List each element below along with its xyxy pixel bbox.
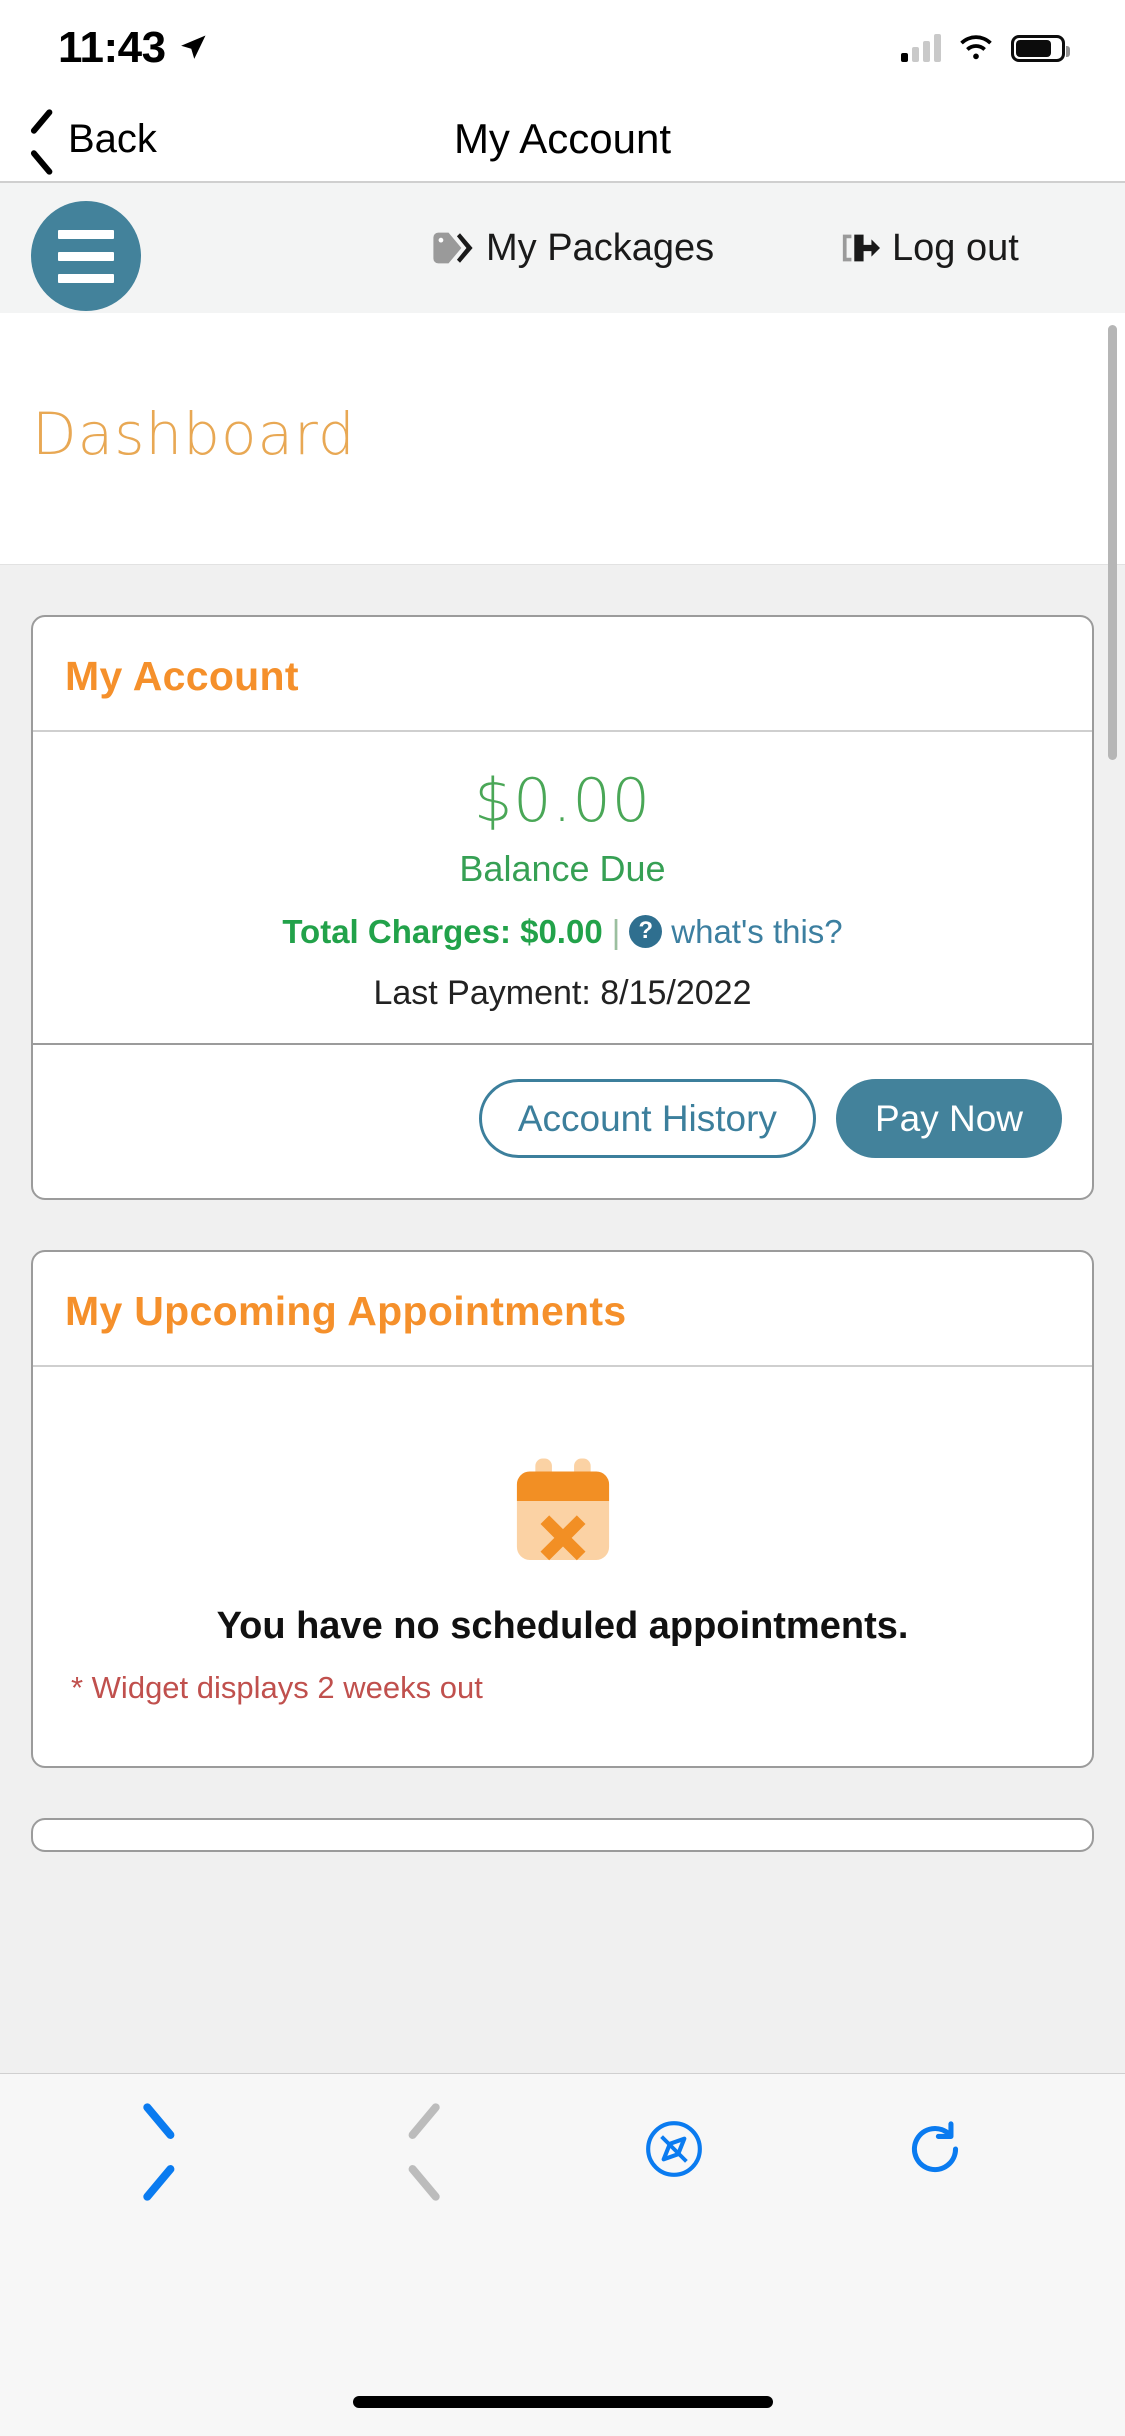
compass-icon[interactable] bbox=[643, 2118, 705, 2180]
account-card: My Account $0.00 Balance Due Total Charg… bbox=[31, 615, 1094, 1200]
question-circle-icon[interactable]: ? bbox=[629, 915, 663, 949]
appointments-card-header: My Upcoming Appointments bbox=[33, 1252, 1092, 1367]
battery-icon bbox=[1011, 34, 1070, 62]
browser-toolbar bbox=[0, 2073, 1125, 2436]
status-time: 11:43 bbox=[58, 23, 166, 72]
page-title: My Account bbox=[453, 115, 672, 162]
my-packages-label: My Packages bbox=[486, 226, 715, 269]
tag-icon bbox=[433, 232, 473, 264]
browser-toolbar-row bbox=[0, 2074, 1125, 2224]
home-indicator bbox=[352, 2396, 773, 2408]
whats-this-link[interactable]: what's this? bbox=[671, 912, 842, 952]
location-arrow-icon bbox=[180, 35, 206, 59]
account-history-button[interactable]: Account History bbox=[478, 1078, 816, 1158]
widget-footnote: * Widget displays 2 weeks out bbox=[71, 1669, 483, 1705]
navigation-bar: Back My Account bbox=[0, 96, 1125, 182]
total-charges-label: Total Charges: $0.00 bbox=[282, 913, 603, 950]
my-packages-link[interactable]: My Packages bbox=[432, 227, 714, 270]
next-card-stub bbox=[31, 1817, 1094, 1852]
account-card-title: My Account bbox=[65, 653, 299, 699]
back-button[interactable]: Back bbox=[28, 117, 157, 162]
appointments-card-title: My Upcoming Appointments bbox=[65, 1287, 627, 1334]
total-charges-row: Total Charges: $0.00 | ? what's this? bbox=[63, 912, 1062, 952]
scrollbar[interactable] bbox=[1108, 325, 1117, 760]
balance-amount: $0.00 bbox=[474, 766, 651, 836]
dashboard-header: Dashboard bbox=[0, 313, 1125, 565]
chevron-right-icon[interactable] bbox=[402, 2116, 442, 2182]
calendar-times-icon bbox=[504, 1453, 622, 1571]
wifi-icon bbox=[960, 35, 992, 60]
logout-label: Log out bbox=[892, 226, 1019, 269]
appointments-card-body: You have no scheduled appointments. * Wi… bbox=[33, 1367, 1092, 1766]
status-time-group: 11:43 bbox=[58, 23, 208, 73]
back-button-label: Back bbox=[68, 116, 157, 161]
pay-now-button[interactable]: Pay Now bbox=[835, 1078, 1062, 1158]
account-card-footer: Account History Pay Now bbox=[33, 1042, 1092, 1198]
dashboard-title: Dashboard bbox=[32, 399, 356, 468]
status-bar: 11:43 bbox=[0, 0, 1125, 96]
phone-screen: 11:43 Back My Account My Packages Log ou… bbox=[0, 0, 1125, 2436]
status-indicators bbox=[901, 33, 1070, 63]
sign-out-icon bbox=[842, 234, 880, 262]
account-card-header: My Account bbox=[33, 617, 1092, 732]
charges-separator: | bbox=[611, 913, 621, 950]
logout-link[interactable]: Log out bbox=[840, 227, 1019, 270]
no-appointments-message: You have no scheduled appointments. bbox=[216, 1604, 909, 1647]
balance-label: Balance Due bbox=[459, 848, 666, 889]
site-toolbar: My Packages Log out bbox=[0, 183, 1125, 313]
hamburger-menu-icon[interactable] bbox=[31, 201, 141, 311]
last-payment-text: Last Payment: 8/15/2022 bbox=[373, 973, 752, 1012]
reload-icon[interactable] bbox=[906, 2119, 964, 2179]
appointments-empty-state: You have no scheduled appointments. * Wi… bbox=[63, 1401, 1062, 1736]
chevron-left-icon bbox=[28, 117, 54, 161]
account-card-body: $0.00 Balance Due Total Charges: $0.00 |… bbox=[33, 732, 1092, 1043]
webview-content[interactable]: Dashboard My Account $0.00 Balance Due T… bbox=[0, 313, 1125, 2073]
chevron-left-icon[interactable] bbox=[161, 2116, 201, 2182]
appointments-card: My Upcoming Appointments You have no sch… bbox=[31, 1249, 1094, 1768]
cellular-signal-icon bbox=[901, 34, 941, 62]
